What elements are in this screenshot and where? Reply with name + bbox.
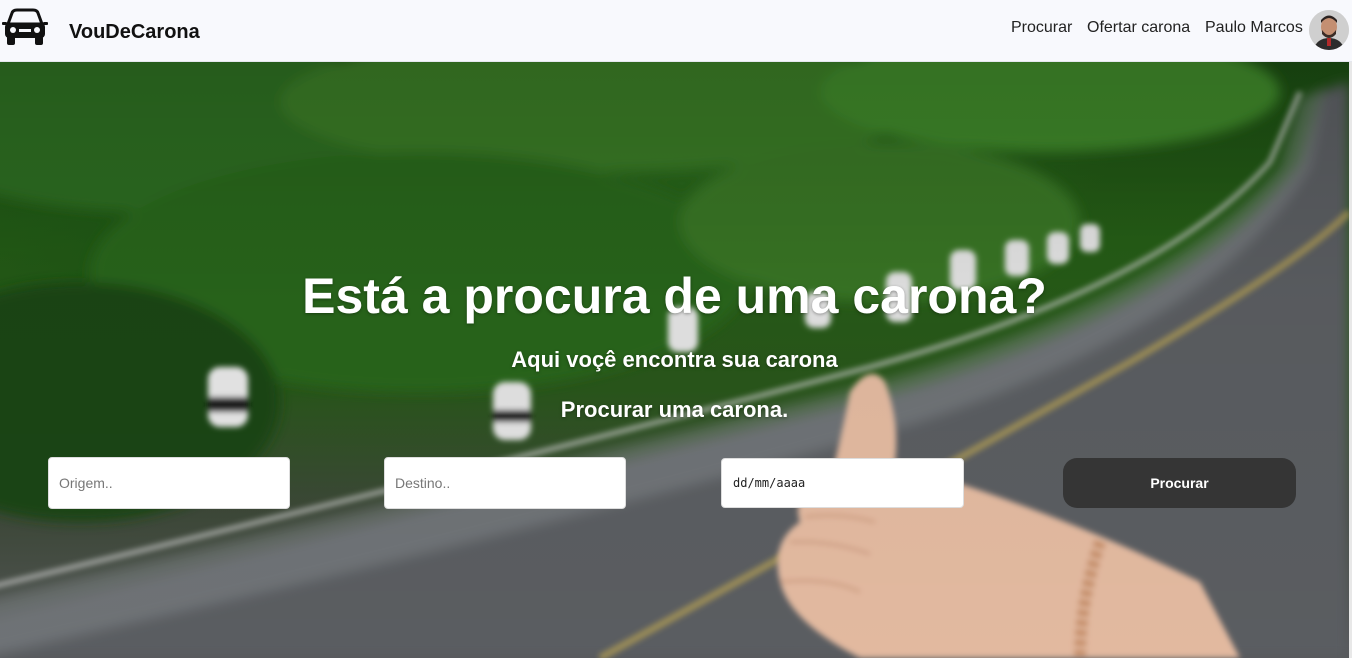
- brand-name[interactable]: VouDeCarona: [69, 21, 200, 44]
- hero-title: Está a procura de uma carona?: [302, 268, 1047, 324]
- avatar-portrait-icon: [1309, 10, 1349, 50]
- nav-user-name[interactable]: Paulo Marcos: [1205, 19, 1303, 37]
- user-avatar[interactable]: [1309, 10, 1349, 50]
- date-placeholder: dd/mm/aaaa: [733, 476, 806, 490]
- search-button[interactable]: Procurar: [1063, 458, 1296, 508]
- top-navbar: VouDeCarona Procurar Ofertar carona Paul…: [0, 0, 1352, 62]
- date-input[interactable]: dd/mm/aaaa: [721, 458, 964, 508]
- hero-subtitle: Aqui voçê encontra sua carona: [511, 347, 838, 372]
- nav-link-ofertar-carona[interactable]: Ofertar carona: [1087, 19, 1190, 37]
- origin-input[interactable]: [48, 457, 290, 509]
- car-icon[interactable]: [2, 6, 48, 48]
- destination-input[interactable]: [384, 457, 626, 509]
- hero-content: Está a procura de uma carona? Aqui voçê …: [0, 62, 1349, 658]
- hero-search-heading: Procurar uma carona.: [560, 397, 789, 422]
- nav-link-procurar[interactable]: Procurar: [1011, 19, 1072, 37]
